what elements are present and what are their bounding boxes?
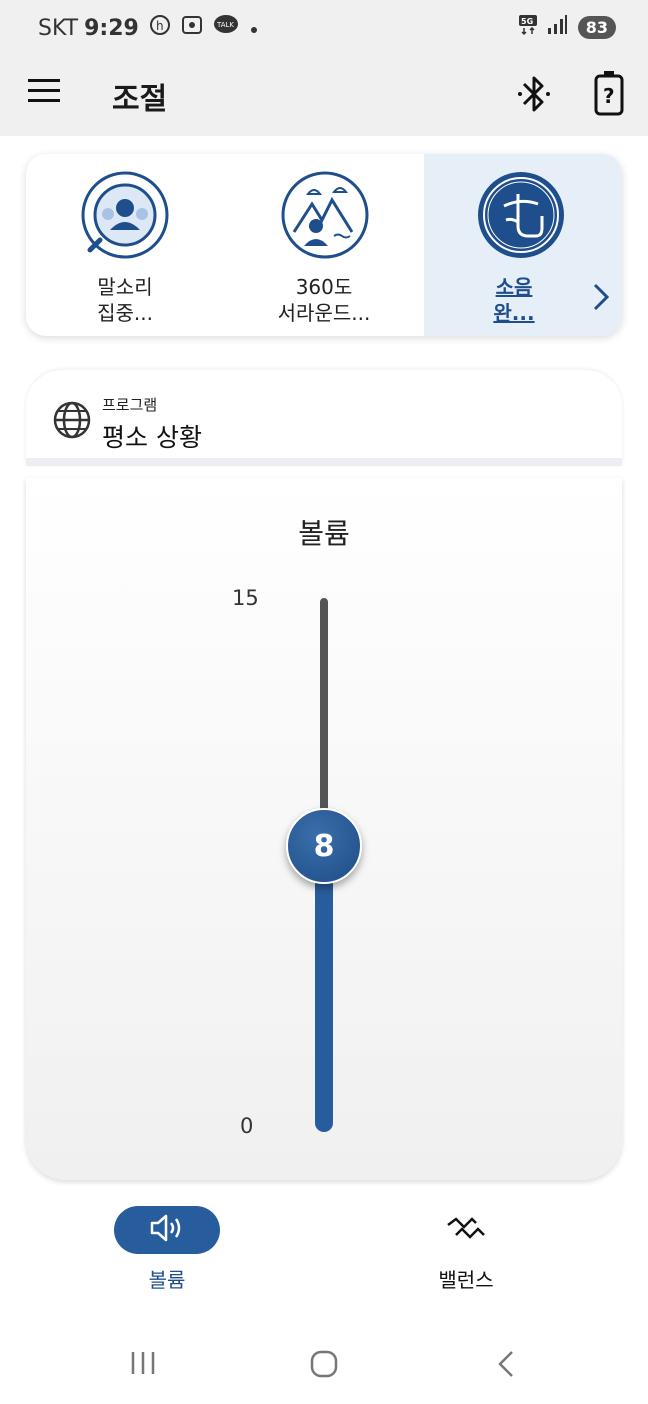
network-5g-icon: 5G [518,14,540,40]
menu-icon[interactable] [28,78,60,108]
volume-min-label: 0 [240,1114,254,1138]
mode-label: 360도 서라운드... [224,274,424,326]
battery-help-icon[interactable]: ? [594,70,624,120]
bluetooth-icon[interactable] [516,72,552,120]
signal-icon [546,14,568,40]
mode-label-line2: 서라운드... [277,301,371,325]
notification-dot-icon [249,16,259,41]
tab-volume-label: 볼륨 [148,1268,186,1292]
volume-slider-knob[interactable]: 8 [286,808,362,884]
page-title: 조절 [112,82,168,117]
status-right: 5G 83 [518,14,616,40]
tab-volume-pill[interactable] [114,1206,220,1254]
volume-max-label: 15 [232,586,259,610]
app-bar: 조절 ? [0,48,648,136]
mode-label-line1: 소음 [495,275,533,299]
bottom-tabs: 볼륨 밸런스 [0,1196,648,1306]
speaker-icon [149,1213,185,1247]
tab-balance-label: 밸런스 [438,1268,494,1292]
mode-label: 소음 완... [424,274,604,326]
noise-reduction-icon [476,170,566,264]
mode-label: 말소리 집중... [26,274,224,326]
mode-label-line1: 360도 [295,275,353,299]
mode-label-line2: 완... [493,301,535,325]
svg-text:TALK: TALK [216,21,234,29]
notification-gallery-icon [181,14,203,42]
mode-surround-360[interactable]: 360도 서라운드... [224,154,424,336]
globe-icon [52,400,92,444]
status-time: 9:29 [84,15,139,41]
home-icon[interactable] [308,1348,340,1384]
carrier-label: SKT [38,15,79,41]
tab-volume[interactable]: 볼륨 [114,1206,220,1293]
recent-apps-icon[interactable] [128,1348,158,1382]
mode-selector-card: 말소리 집중... 360도 서라운드... 소음 완... [26,154,622,336]
tab-balance[interactable]: 밸런스 [414,1206,518,1293]
back-icon[interactable] [494,1348,518,1384]
program-selector[interactable]: 프로그램 평소 상황 [26,370,622,466]
volume-title: 볼륨 [298,517,350,550]
svg-text:5G: 5G [521,17,533,26]
svg-text:?: ? [603,84,615,108]
program-name: 평소 상황 [102,423,202,452]
notification-h-icon: h [149,14,171,42]
mode-label-line2: 집중... [97,301,153,325]
balance-wave-icon [446,1213,486,1247]
svg-text:h: h [156,19,164,33]
notification-talk-icon: TALK [213,14,239,42]
program-caption: 프로그램 [102,396,158,414]
system-nav-bar [0,1326,648,1404]
mode-label-line1: 말소리 [97,275,153,299]
tab-balance-icon-wrap[interactable] [414,1206,518,1254]
mode-noise-reduction[interactable]: 소음 완... [424,154,622,336]
surround-360-icon [280,170,370,264]
chevron-right-icon[interactable] [592,282,610,316]
status-bar: SKT 9:29 h TALK 5G 83 [0,0,648,48]
mode-speech-focus[interactable]: 말소리 집중... [26,154,224,336]
speech-focus-icon [80,170,170,264]
volume-track-filled[interactable] [315,848,333,1132]
status-left: SKT 9:29 h TALK [38,14,259,42]
battery-indicator: 83 [577,15,616,39]
volume-card: 볼륨 15 0 8 [26,478,622,1180]
